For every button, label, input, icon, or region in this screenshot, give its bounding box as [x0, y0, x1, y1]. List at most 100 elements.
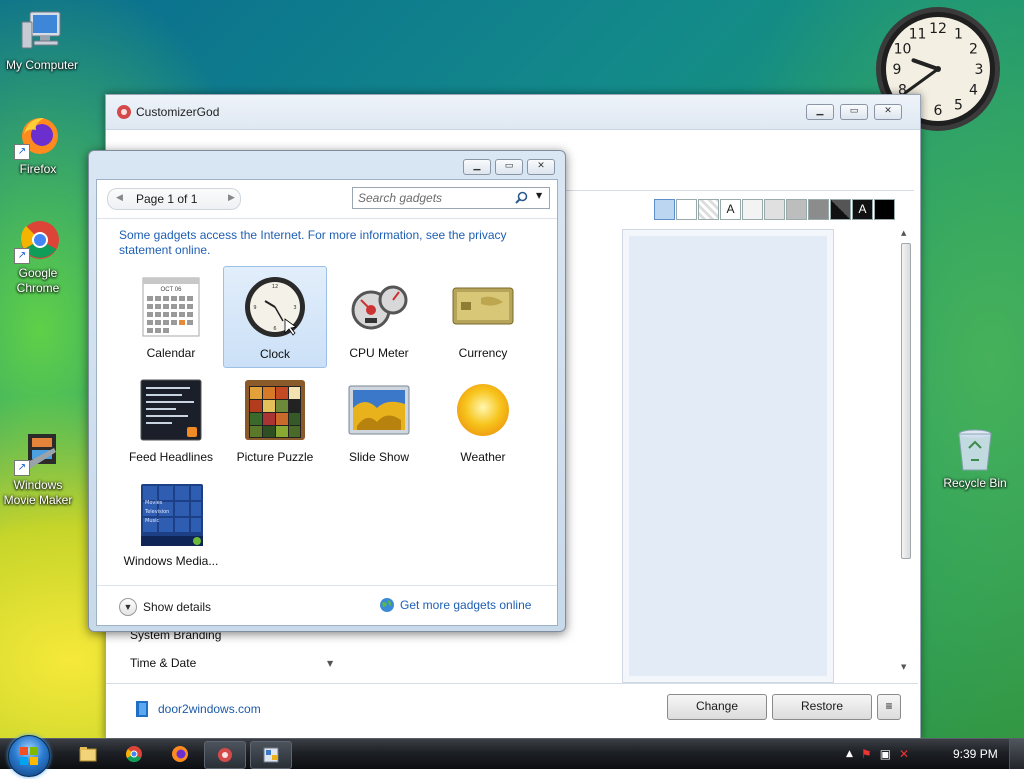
desktop: My Computer ↗ Firefox ↗ Google Chrome ↗ …	[0, 0, 1024, 738]
gallery-close-button[interactable]: ✕	[527, 159, 555, 175]
gadget-name: CPU Meter	[349, 346, 409, 360]
desktop-icon-recycle-bin[interactable]: Recycle Bin	[933, 426, 1017, 491]
swatch-gray-1[interactable]	[742, 199, 763, 220]
desktop-icon-my-computer[interactable]: My Computer	[0, 8, 84, 73]
restore-button[interactable]: Restore	[772, 694, 872, 720]
gadget-windows-media-center[interactable]: Movies Television Music Windows Media...	[119, 474, 223, 576]
chevron-down-icon: ▼	[119, 598, 137, 616]
clock-number: 3	[975, 62, 984, 78]
svg-text:9: 9	[253, 305, 256, 311]
volume-muted-icon[interactable]: ✕	[899, 747, 909, 761]
clock-number: 6	[934, 103, 943, 119]
desktop-icon-chrome[interactable]: ↗ Google Chrome	[0, 216, 80, 296]
swatch-text-white[interactable]: A	[720, 199, 741, 220]
scroll-thumb[interactable]	[901, 243, 911, 559]
door2windows-logo-icon	[136, 701, 148, 717]
page-indicator: Page 1 of 1	[136, 192, 198, 206]
media-menu-music: Music	[145, 518, 159, 524]
door2windows-link[interactable]: door2windows.com	[134, 700, 261, 718]
desktop-icon-movie-maker[interactable]: ↗ Windows Movie Maker	[0, 428, 80, 508]
background-swatches: A A	[654, 199, 895, 220]
calendar-month-text: OCT 06	[161, 287, 183, 293]
privacy-info-link[interactable]: Some gadgets access the Internet. For mo…	[119, 228, 539, 258]
swatch-text-black[interactable]: A	[852, 199, 873, 220]
swatch-transparent[interactable]	[698, 199, 719, 220]
gadget-feed-headlines[interactable]: Feed Headlines	[119, 370, 223, 472]
media-center-icon: Movies Television Music	[139, 482, 203, 546]
list-item-time-date[interactable]: Time & Date	[130, 656, 196, 670]
window-titlebar[interactable]: CustomizerGod ▁ ▭ ✕	[106, 95, 920, 130]
shortcut-arrow-icon: ↗	[14, 144, 30, 160]
menu-button[interactable]: ≡	[877, 694, 901, 720]
swatch-gray-3[interactable]	[786, 199, 807, 220]
gadget-name: Slide Show	[348, 450, 410, 464]
system-tray: ▲ ⚑ ▣ ✕	[846, 739, 909, 769]
gadget-cpu-meter[interactable]: CPU Meter	[327, 266, 431, 368]
taskbar-customizergod[interactable]	[204, 741, 246, 769]
gadget-name: Feed Headlines	[128, 450, 214, 464]
desktop-icon-label: My Computer	[5, 58, 79, 72]
currency-icon	[451, 274, 515, 338]
action-center-icon[interactable]: ⚑	[861, 747, 872, 761]
gadget-picture-puzzle[interactable]: Picture Puzzle	[223, 370, 327, 472]
taskbar-clock[interactable]: 9:39 PM	[953, 747, 998, 761]
desktop-icon-firefox[interactable]: ↗ Firefox	[0, 112, 80, 177]
gadget-slide-show[interactable]: Slide Show	[327, 370, 431, 472]
clock-number: 9	[893, 62, 902, 78]
cpu-meter-icon	[347, 274, 411, 338]
globe-icon	[380, 598, 394, 612]
gadget-name: Windows Media...	[123, 554, 219, 568]
movie-maker-icon: ↗	[14, 428, 62, 476]
media-menu-television: Television	[144, 509, 169, 515]
gadget-weather[interactable]: Weather	[431, 370, 535, 472]
gadget-name: Weather	[460, 450, 506, 464]
scroll-down-icon[interactable]: ▼	[901, 663, 906, 671]
clock-icon: 12 3 6 9	[243, 275, 307, 339]
search-dropdown-icon[interactable]: ▼	[536, 191, 542, 200]
show-details-toggle[interactable]: ▼ Show details	[119, 598, 211, 616]
gadget-currency[interactable]: Currency	[431, 266, 535, 368]
swatch-gray-4[interactable]	[808, 199, 829, 220]
desktop-icon-label: Google Chrome	[16, 266, 60, 295]
expand-arrow-icon[interactable]: ▼	[327, 659, 333, 668]
gadget-calendar[interactable]: OCT 06 Calendar	[119, 266, 223, 368]
gallery-body: ◀ Page 1 of 1 ▶ Search gadgets ▼ Some ga…	[96, 179, 558, 626]
previous-page-icon[interactable]: ◀	[116, 192, 123, 203]
recycle-bin-icon	[951, 426, 999, 474]
search-gadgets-input[interactable]: Search gadgets ▼	[352, 187, 550, 209]
desktop-icon-label: Firefox	[19, 162, 57, 176]
swatch-light-blue[interactable]	[654, 199, 675, 220]
get-more-gadgets-link[interactable]: Get more gadgets online	[379, 597, 531, 613]
swatch-white[interactable]	[676, 199, 697, 220]
explorer-icon[interactable]	[78, 744, 98, 764]
chrome-taskbar-icon[interactable]	[124, 744, 144, 764]
scroll-up-icon[interactable]: ▲	[901, 229, 906, 237]
slideshow-icon	[347, 378, 411, 442]
firefox-taskbar-icon[interactable]	[170, 744, 190, 764]
weather-icon	[451, 378, 515, 442]
search-icon[interactable]	[515, 191, 528, 204]
show-details-label: Show details	[143, 600, 212, 614]
svg-text:3: 3	[293, 305, 296, 311]
network-icon[interactable]: ▣	[880, 747, 891, 761]
gadget-clock[interactable]: 12 3 6 9 Clock	[223, 266, 327, 368]
gallery-footer: ▼ Show details Get more gadgets online	[97, 585, 557, 626]
maximize-button[interactable]: ▭	[840, 104, 868, 120]
show-desktop-button[interactable]	[1009, 739, 1024, 769]
next-page-icon[interactable]: ▶	[228, 192, 235, 203]
minimize-button[interactable]: ▁	[806, 104, 834, 120]
show-hidden-icons-icon[interactable]: ▲	[846, 749, 853, 759]
swatch-dark-pattern[interactable]	[830, 199, 851, 220]
gallery-maximize-button[interactable]: ▭	[495, 159, 523, 175]
customizergod-taskbar-icon	[218, 748, 232, 762]
feed-icon	[139, 378, 203, 442]
change-button[interactable]: Change	[667, 694, 767, 720]
start-button[interactable]	[8, 735, 50, 777]
door2windows-link-text: door2windows.com	[158, 702, 261, 716]
taskbar-gadgets[interactable]	[250, 741, 292, 769]
close-button[interactable]: ✕	[874, 104, 902, 120]
swatch-gray-2[interactable]	[764, 199, 785, 220]
swatch-black[interactable]	[874, 199, 895, 220]
gallery-minimize-button[interactable]: ▁	[463, 159, 491, 175]
vertical-scrollbar[interactable]: ▲ ▼	[900, 229, 912, 673]
